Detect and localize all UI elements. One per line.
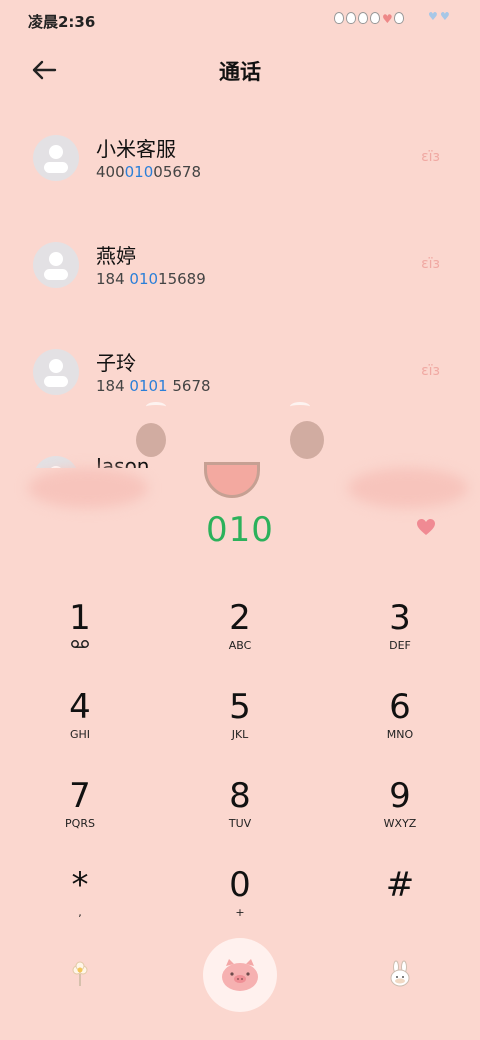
key-digit: 7	[69, 776, 91, 816]
header: 通话	[0, 40, 480, 100]
pig-call-icon	[222, 959, 258, 991]
favorite-button[interactable]	[416, 518, 436, 536]
contact-number: 184 0101 5678	[96, 377, 211, 395]
key-2[interactable]: 2 ABC	[180, 598, 300, 678]
key-digit: 6	[389, 687, 411, 727]
contact-name: 子玲	[96, 351, 136, 375]
key-5[interactable]: 5 JKL	[180, 687, 300, 767]
butterfly-icon: εїз	[421, 149, 440, 165]
key-letters: GHI	[69, 728, 91, 741]
key-star[interactable]: * ,	[20, 865, 140, 945]
page-title: 通话	[219, 60, 261, 84]
keypad: 1 2 ABC 3 DEF 4 GHI 5 JKL 6 MNO 7 PQRS 8…	[0, 588, 480, 944]
pig-ear-decoration	[290, 402, 310, 411]
key-hash[interactable]: #	[340, 865, 460, 945]
key-letters: +	[235, 906, 245, 919]
status-icons: ♥ ♥ ♥	[334, 10, 450, 25]
bunny-button[interactable]	[386, 960, 414, 988]
flower-icon	[72, 961, 88, 986]
call-button[interactable]	[203, 938, 277, 1012]
dial-panel: 010 1 2 ABC 3 DEF 4 GHI 5 JKL 6 MNO 7 PQ…	[0, 462, 480, 1040]
key-letters: MNO	[386, 728, 414, 741]
pig-cheek-decoration	[136, 423, 166, 457]
blush-decoration	[28, 468, 148, 508]
key-digit: 2	[229, 598, 251, 638]
key-letters: TUV	[228, 817, 252, 830]
butterfly-icon: εїз	[421, 363, 440, 379]
key-6[interactable]: 6 MNO	[340, 687, 460, 767]
bunny-icon	[390, 960, 410, 987]
contact-name: 小米客服	[96, 137, 176, 161]
bottom-action-bar	[0, 938, 480, 1018]
battery-icon: ♥ ♥	[428, 10, 450, 23]
flower-button[interactable]	[66, 960, 94, 988]
heart-icon	[417, 519, 435, 535]
contact-row[interactable]: 小米客服 40001005678 εїз	[0, 105, 480, 195]
key-digit: 5	[229, 687, 251, 727]
key-digit: 9	[389, 776, 411, 816]
avatar	[33, 242, 79, 288]
contact-number: 40001005678	[96, 163, 201, 181]
key-3[interactable]: 3 DEF	[340, 598, 460, 678]
status-bar: 凌晨2:36 ♥ ♥ ♥	[0, 0, 480, 40]
blush-decoration	[348, 468, 468, 508]
key-digit: #	[385, 865, 415, 905]
key-4[interactable]: 4 GHI	[20, 687, 140, 767]
key-1[interactable]: 1	[20, 598, 140, 678]
signal-icon: ♥	[334, 12, 404, 25]
key-digit: *	[71, 865, 89, 905]
key-digit: 1	[69, 598, 91, 638]
key-8[interactable]: 8 TUV	[180, 776, 300, 856]
avatar	[33, 349, 79, 395]
pig-nose-decoration	[204, 462, 260, 498]
key-letters: ,	[78, 906, 82, 919]
key-0[interactable]: 0 +	[180, 865, 300, 945]
butterfly-icon: εїз	[421, 256, 440, 272]
key-letters: PQRS	[65, 817, 95, 830]
contact-row[interactable]: 燕婷 184 01015689 εїз	[0, 212, 480, 302]
key-digit: 4	[69, 687, 91, 727]
key-9[interactable]: 9 WXYZ	[340, 776, 460, 856]
key-digit: 3	[389, 598, 411, 638]
key-letters: WXYZ	[383, 817, 417, 830]
key-digit: 8	[229, 776, 251, 816]
key-letters: DEF	[389, 639, 411, 652]
status-time: 凌晨2:36	[28, 13, 96, 31]
key-7[interactable]: 7 PQRS	[20, 776, 140, 856]
key-digit: 0	[229, 865, 251, 905]
key-letters: JKL	[231, 728, 249, 741]
dialer-screen: 凌晨2:36 ♥ ♥ ♥ 通话 小米客服 40001005678 εїз 燕婷 …	[0, 0, 480, 1040]
contact-list: 小米客服 40001005678 εїз 燕婷 184 01015689 εїз…	[0, 105, 480, 470]
avatar	[33, 135, 79, 181]
key-letters: ABC	[228, 639, 252, 652]
voicemail-icon	[20, 639, 140, 653]
pig-ear-decoration	[146, 402, 166, 411]
contact-number: 184 01015689	[96, 270, 206, 288]
contact-row[interactable]: 子玲 184 0101 5678 εїз	[0, 319, 480, 409]
contact-name: 燕婷	[96, 244, 136, 268]
dialed-number[interactable]: 010	[0, 510, 480, 550]
pig-cheek-decoration	[290, 421, 324, 459]
